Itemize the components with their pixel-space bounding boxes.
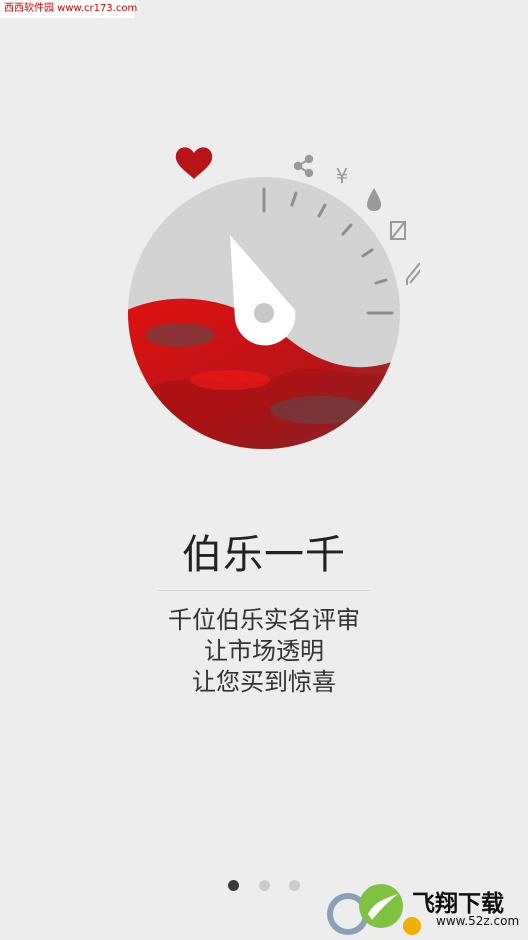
speedometer-illustration: ¥: [128, 147, 420, 449]
description-line: 让市场透明: [204, 637, 324, 665]
heart-icon: [175, 147, 213, 179]
divider: [158, 590, 370, 591]
description: 千位伯乐实名评审 让市场透明 让您买到惊喜: [0, 605, 528, 698]
description-line: 让您买到惊喜: [192, 668, 336, 696]
page-dot-2[interactable]: [258, 880, 270, 891]
yen-icon: ¥: [336, 164, 349, 188]
description-line: 千位伯乐实名评审: [168, 606, 360, 634]
page-dot-3[interactable]: [288, 880, 300, 891]
watermark-label: 西西软件园 www.cr173.com: [0, 0, 137, 18]
logo-text: 飞翔下载: [412, 891, 504, 917]
svg-text:¥: ¥: [336, 164, 349, 188]
page-dot-1[interactable]: [228, 880, 240, 891]
page-title: 伯乐一千: [182, 532, 346, 578]
drop-icon: [367, 188, 381, 211]
pencil-icon: [406, 262, 420, 285]
square-slash-icon: [390, 221, 406, 240]
share-icon: [293, 154, 314, 178]
logo-url: www.52z.com: [436, 914, 520, 928]
